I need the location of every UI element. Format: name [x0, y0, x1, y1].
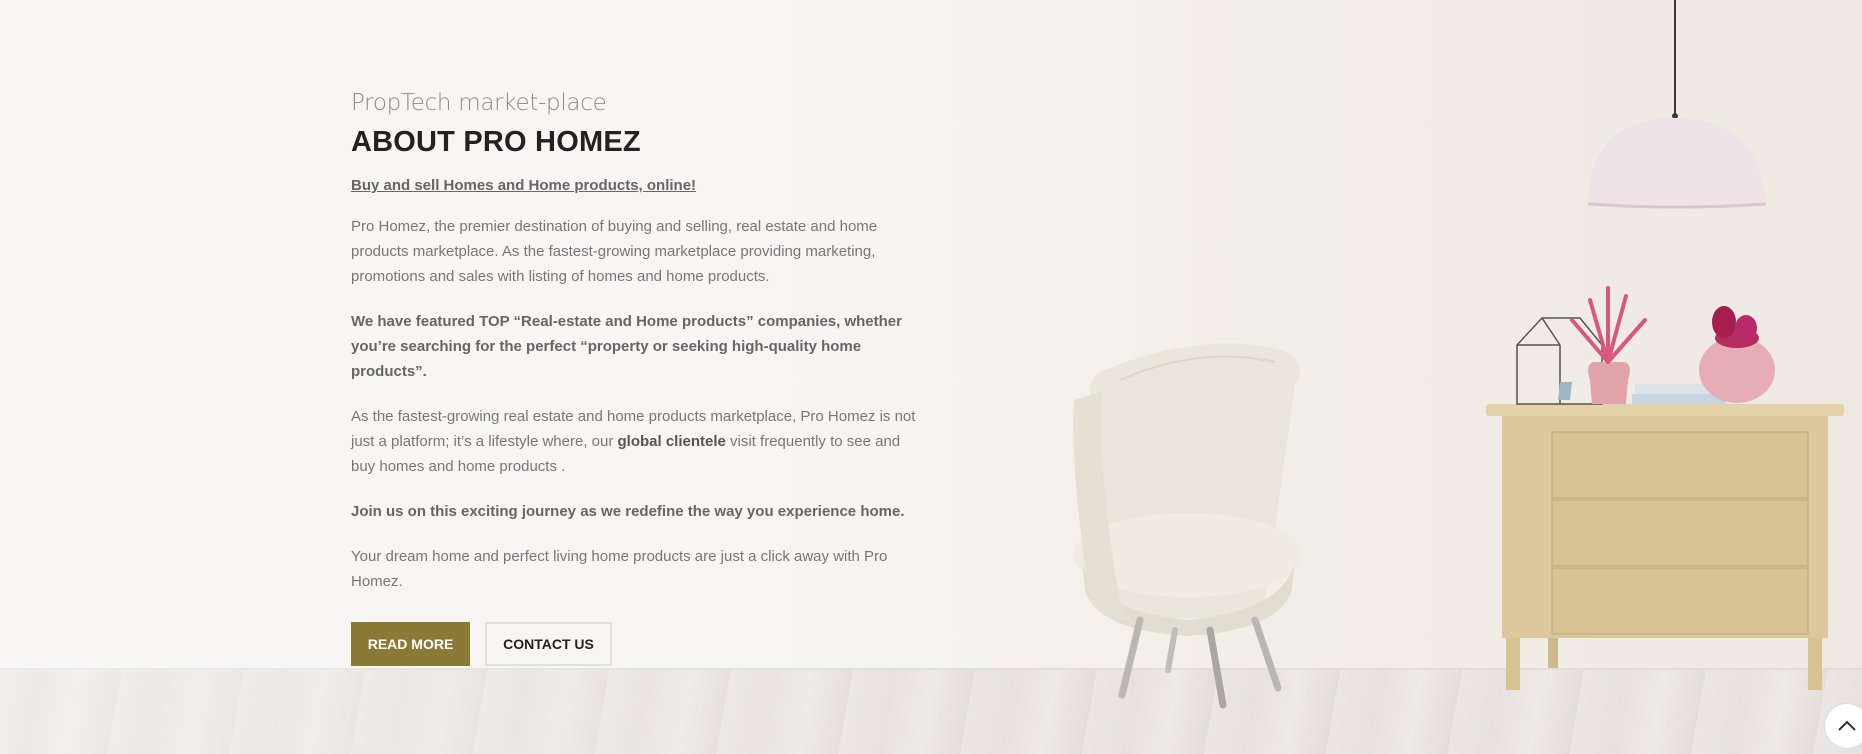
cabinet-decor: [1516, 286, 1775, 405]
tagline: Buy and sell Homes and Home products, on…: [351, 177, 697, 194]
global-clientele-text: global clientele: [617, 433, 726, 450]
section-title: ABOUT PRO HOMEZ: [351, 126, 641, 158]
closing-paragraph: Your dream home and perfect living home …: [351, 548, 888, 590]
read-more-button[interactable]: READ MORE: [351, 622, 470, 666]
journey-paragraph: Join us on this exciting journey as we r…: [351, 503, 905, 520]
intro-paragraph: Pro Homez, the premier destination of bu…: [351, 218, 878, 285]
featured-paragraph: We have featured TOP “Real-estate and Ho…: [351, 313, 902, 380]
lifestyle-paragraph: As the fastest-growing real estate and h…: [351, 408, 916, 475]
contact-us-button[interactable]: CONTACT US: [485, 622, 612, 666]
interior-illustration: [1073, 0, 1844, 709]
action-buttons: READ MORE CONTACT US: [351, 622, 921, 666]
scroll-top-button[interactable]: [1824, 703, 1862, 749]
pendant-lamp: [1587, 0, 1767, 209]
chevron-up-icon: [1838, 720, 1856, 731]
section-subtitle: PropTech market-place: [351, 90, 607, 116]
side-cabinet: [1486, 404, 1844, 690]
hero-section: PropTech market-place ABOUT PRO HOMEZ Bu…: [0, 0, 1862, 754]
about-section: PropTech market-place ABOUT PRO HOMEZ Bu…: [351, 90, 921, 666]
armchair: [1073, 343, 1303, 709]
